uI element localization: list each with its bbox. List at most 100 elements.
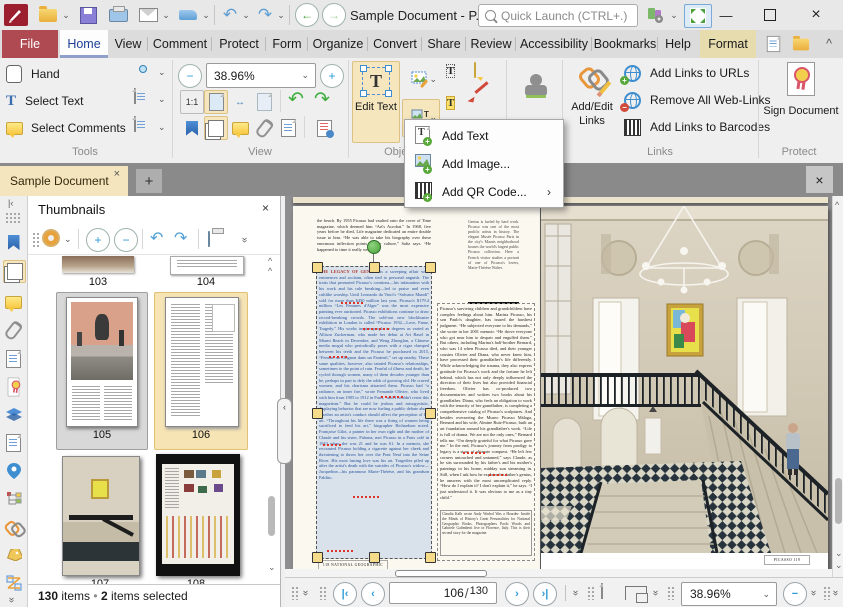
scroll-down-icon[interactable]: ⌄ xyxy=(835,548,843,559)
page-number-field[interactable]: 106/130 xyxy=(389,582,497,604)
scroll-up-icon[interactable]: ^ xyxy=(268,266,272,276)
selected-text-block[interactable]: THE LEGACY OF GENIUS is a sweeping affai… xyxy=(316,266,432,559)
thumbnail-page-106-current[interactable]: 106 xyxy=(154,292,248,450)
sidebar-item-tags[interactable] xyxy=(3,488,24,509)
email-dropdown[interactable]: ⌄ xyxy=(161,4,171,26)
quick-launch-input[interactable]: Quick Launch (CTRL+.) xyxy=(478,4,638,27)
tab-protect[interactable]: Protect xyxy=(212,30,266,58)
thumbnails-options-button[interactable] xyxy=(44,231,58,245)
selection-handle-n[interactable] xyxy=(369,262,380,273)
typewriter-tool-button[interactable]: T xyxy=(446,63,468,85)
email-button[interactable] xyxy=(136,4,160,26)
thumbnail-page-108[interactable] xyxy=(156,454,240,576)
text-box-tool-button[interactable]: T xyxy=(446,95,468,117)
add-links-to-barcodes-button[interactable]: Add Links to Barcodes xyxy=(624,116,770,138)
sidebar-item-links[interactable] xyxy=(3,516,24,537)
print-thumbnails-button[interactable] xyxy=(208,232,210,246)
first-page-button[interactable]: |‹ xyxy=(333,582,357,606)
tab-share[interactable]: Share xyxy=(422,30,466,58)
sign-document-button[interactable]: Sign Document xyxy=(762,62,840,119)
thumbnail-page-103[interactable] xyxy=(62,256,134,273)
properties-pane-button[interactable] xyxy=(312,116,336,140)
redo-dropdown[interactable]: ⌄ xyxy=(276,4,286,26)
tab-form[interactable]: Form xyxy=(266,30,308,58)
collapse-ribbon-button[interactable]: ^ xyxy=(818,30,840,58)
scrollbar-thumb[interactable] xyxy=(268,496,275,536)
sidebar-item-named-destinations[interactable] xyxy=(3,544,24,565)
attachments-pane-button[interactable] xyxy=(252,116,276,140)
more-panes-chevron[interactable]: » xyxy=(9,594,14,605)
tab-bookmarks[interactable]: Bookmarks xyxy=(592,30,658,58)
thumbnail-page-104[interactable] xyxy=(170,256,244,275)
search-in-files-button[interactable] xyxy=(788,30,814,58)
last-page-button[interactable]: ›| xyxy=(533,582,557,606)
previous-page-button[interactable]: ‹ xyxy=(361,582,385,606)
sidebar-item-attachments[interactable] xyxy=(3,320,24,341)
fit-layout-button[interactable] xyxy=(625,586,647,600)
zoom-combobox[interactable]: 38.96% ⌄ xyxy=(206,63,316,88)
remove-all-web-links-button[interactable]: − Remove All Web-Links xyxy=(624,89,771,111)
zoom-out-button[interactable]: − xyxy=(783,582,807,606)
tab-help[interactable]: Help xyxy=(658,30,698,58)
save-button[interactable] xyxy=(76,4,100,26)
zoom-in-button[interactable]: + xyxy=(320,64,344,88)
sidebar-item-comments[interactable] xyxy=(3,292,24,313)
back-button[interactable]: ← xyxy=(295,4,319,26)
stamp-tool-button[interactable] xyxy=(516,64,556,110)
rotate-ccw-button[interactable]: ↶ xyxy=(288,88,304,111)
tab-review[interactable]: Review xyxy=(466,30,516,58)
redo-button[interactable]: ↷ xyxy=(255,4,275,26)
selection-handle-e[interactable] xyxy=(425,408,436,419)
hand-tool-button[interactable]: Hand xyxy=(6,63,60,85)
selection-handle-se[interactable] xyxy=(425,552,436,563)
rotate-ccw-90-button[interactable]: ↶ xyxy=(150,228,163,248)
toolbar-grip[interactable] xyxy=(32,232,40,248)
document-horizontal-scrollbar[interactable] xyxy=(285,569,832,577)
overflow-chevron[interactable]: » xyxy=(303,587,308,598)
tab-comment[interactable]: Comment xyxy=(148,30,212,58)
open-file-dropdown[interactable]: ⌄ xyxy=(61,4,71,26)
thumbnail-page-105[interactable]: 105 xyxy=(56,292,148,450)
thumbnail-page-107[interactable] xyxy=(62,456,140,576)
sidebar-item-content[interactable] xyxy=(3,432,24,453)
tab-format[interactable]: Format xyxy=(700,30,756,58)
tab-accessibility[interactable]: Accessibility xyxy=(516,30,592,58)
rotation-handle[interactable] xyxy=(367,240,381,254)
pane-grip[interactable] xyxy=(5,212,22,224)
maximize-button[interactable] xyxy=(750,0,790,30)
thumbnails-panel-close-button[interactable]: × xyxy=(262,201,269,215)
close-document-button[interactable]: × xyxy=(806,166,833,193)
menu-item-add-qr-code[interactable]: + Add QR Code... › xyxy=(407,178,559,205)
overflow-chevron[interactable]: » xyxy=(833,587,838,598)
scroll-up-icon[interactable]: ^ xyxy=(835,200,839,210)
sidebar-item-signatures[interactable] xyxy=(3,376,24,397)
overflow-chevron[interactable]: » xyxy=(653,587,658,598)
arrow-tool-button[interactable] xyxy=(474,95,496,117)
actual-size-button[interactable]: 1:1 xyxy=(180,90,204,114)
app-icon[interactable] xyxy=(4,4,28,26)
overflow-chevron[interactable]: » xyxy=(811,587,816,598)
scroll-down-icon[interactable]: ⌄ xyxy=(268,562,276,573)
thumbnails-options-dropdown[interactable]: ⌄ xyxy=(64,234,72,245)
document-tab-close-icon[interactable]: × xyxy=(114,168,120,180)
select-text-button[interactable]: T Select Text xyxy=(6,90,84,112)
close-window-button[interactable]: × xyxy=(796,0,836,30)
add-edit-links-button[interactable]: Add/Edit Links xyxy=(566,62,618,140)
sidebar-item-order[interactable] xyxy=(3,572,24,593)
tab-home[interactable]: Home xyxy=(60,30,108,58)
selection-handle-s[interactable] xyxy=(369,552,380,563)
toolbar-grip[interactable] xyxy=(667,586,675,600)
selection-handle-w[interactable] xyxy=(312,408,323,419)
enlarge-thumbnails-button[interactable]: + xyxy=(86,228,110,252)
paste-dropdown[interactable]: ⌄ xyxy=(158,94,166,105)
minimize-button[interactable]: — xyxy=(706,0,746,30)
tab-convert[interactable]: Convert xyxy=(368,30,422,58)
undo-button[interactable]: ↶ xyxy=(220,4,240,26)
rotate-cw-button[interactable]: ↷ xyxy=(314,88,330,111)
document-vertical-scrollbar[interactable]: ^ ⌄ ⌄ xyxy=(832,196,843,577)
sidebar-item-fields[interactable] xyxy=(3,348,24,369)
single-page-layout-button[interactable] xyxy=(601,584,603,598)
fit-page-button[interactable] xyxy=(204,90,228,114)
fit-width-button[interactable]: ↔ xyxy=(228,90,252,114)
selection-handle-nw[interactable] xyxy=(312,262,323,273)
